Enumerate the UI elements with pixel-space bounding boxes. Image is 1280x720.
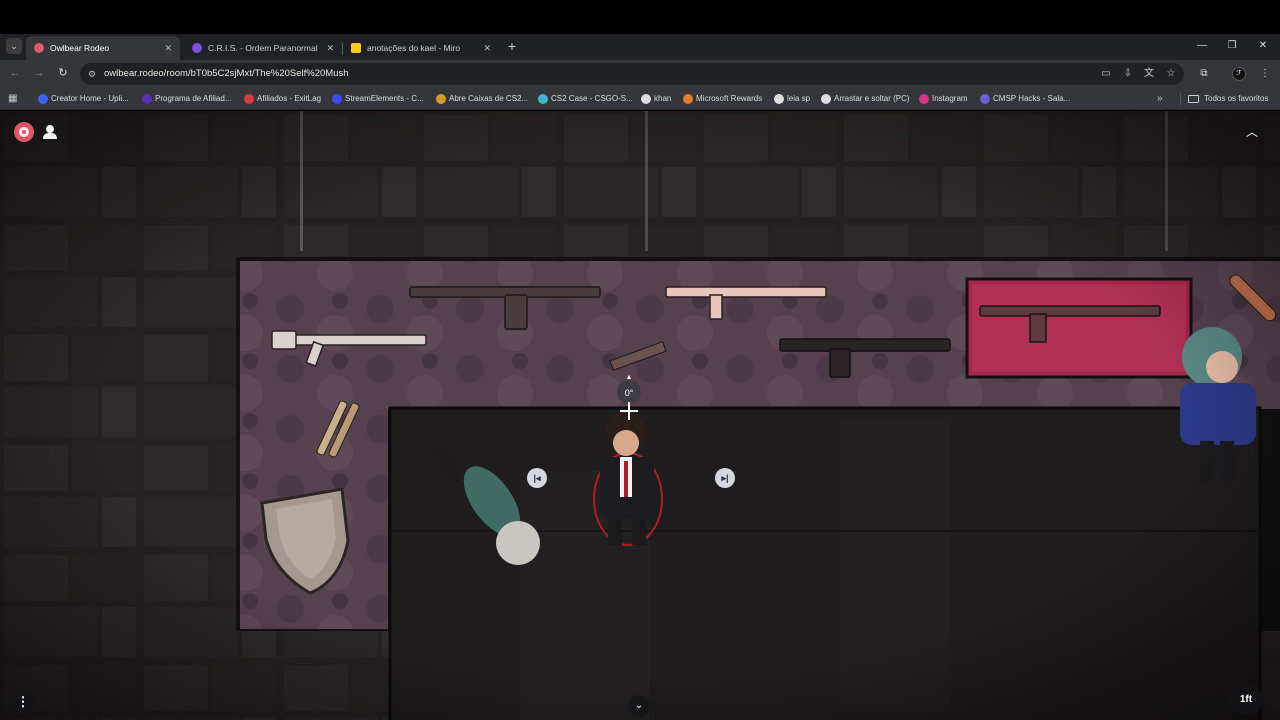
bookmark-favicon-icon: [538, 94, 548, 104]
bookmark-favicon-icon: [332, 94, 342, 104]
bookmark-label: leia sp: [787, 94, 811, 103]
reload-icon[interactable]: ↻: [56, 66, 70, 80]
bookmark-label: Instagram: [932, 94, 968, 103]
tab-close-icon[interactable]: ✕: [326, 36, 334, 60]
tab-miro[interactable]: anotações do kael - Miro ✕: [343, 36, 499, 60]
translate-icon[interactable]: 文: [1143, 68, 1155, 80]
tab-title: Owlbear Rodeo: [50, 43, 110, 53]
bookmark-item[interactable]: Microsoft Rewards: [683, 88, 762, 110]
bookmark-favicon-icon: [244, 94, 254, 104]
browser-tab-strip: ⌄ Owlbear Rodeo ✕ C.R.I.S. - Ordem Paran…: [0, 34, 1280, 60]
rotation-handle[interactable]: 0°: [617, 380, 641, 404]
miro-favicon-icon: [351, 43, 361, 53]
window-close-icon[interactable]: ✕: [1256, 37, 1270, 55]
bookmark-favicon-icon: [774, 94, 784, 104]
bookmark-label: Microsoft Rewards: [696, 94, 763, 103]
bookmark-label: CS2 Case - CSGO-S...: [551, 94, 633, 103]
cris-favicon-icon: [192, 43, 202, 53]
extensions-puzzle-icon[interactable]: ⧉: [1197, 67, 1211, 81]
bookmark-divider: [1180, 93, 1181, 105]
battle-map: [0, 111, 1280, 720]
cast-icon[interactable]: ▭: [1100, 68, 1112, 80]
new-tab-button[interactable]: +: [505, 36, 519, 56]
bookmark-label: khan: [654, 94, 672, 103]
folder-icon: [1188, 95, 1199, 103]
video-letterbox: [0, 0, 1280, 34]
minimize-icon[interactable]: —: [1195, 37, 1209, 55]
bookmark-item[interactable]: Afiliados - ExitLag: [244, 88, 321, 110]
bookmarks-bar: ▦ Creator Home - Upli... Programa de Afil…: [0, 88, 1280, 110]
bookmark-favicon-icon: [436, 94, 446, 104]
bookmark-item[interactable]: CMSP Hacks - Sala...: [980, 88, 1070, 110]
bookmark-item[interactable]: khan: [641, 88, 671, 110]
bookmark-label: StreamElements - C...: [345, 94, 424, 103]
move-crosshair-icon[interactable]: [620, 402, 638, 420]
bookmark-label: Afiliados - ExitLag: [257, 94, 322, 103]
install-app-icon[interactable]: ⇩: [1122, 68, 1134, 80]
user-icon-body: [43, 133, 57, 139]
back-arrow-icon[interactable]: ←: [8, 66, 22, 80]
map-canvas[interactable]: ︿ ▲ 0° |◂ ▸| ⋮ ⌄ 1ft: [0, 111, 1280, 720]
bookmark-favicon-icon: [142, 94, 152, 104]
bookmark-label: Creator Home - Upli...: [51, 94, 129, 103]
tab-cris[interactable]: C.R.I.S. - Ordem Paranormal ✕: [184, 36, 342, 60]
user-icon[interactable]: [42, 123, 58, 141]
tab-title: C.R.I.S. - Ordem Paranormal: [208, 43, 318, 53]
user-icon-head: [46, 125, 54, 133]
align-left-icon[interactable]: |◂: [527, 468, 547, 488]
chevron-down-icon[interactable]: ⌄: [628, 695, 650, 717]
bookmark-item[interactable]: Programa de Afiliad...: [142, 88, 231, 110]
align-right-icon[interactable]: ▸|: [715, 468, 735, 488]
bookmark-item[interactable]: Abre Caixas de CS2...: [436, 88, 528, 110]
grid-scale-button[interactable]: 1ft: [1228, 687, 1264, 713]
bookmark-item[interactable]: Creator Home - Upli...: [38, 88, 129, 110]
map-vignette: [0, 111, 1280, 720]
bookmark-favicon-icon: [641, 94, 651, 104]
bookmark-favicon-icon: [821, 94, 831, 104]
bookmark-star-icon[interactable]: ☆: [1165, 68, 1177, 80]
browser-menu-kebab-icon[interactable]: ⋮: [1258, 67, 1272, 81]
bookmark-favicon-icon: [683, 94, 693, 104]
profile-avatar-icon[interactable]: ℱ: [1232, 67, 1246, 81]
address-bar[interactable]: ⚙ owlbear.rodeo/room/bT0b5C2sjMxt/The%20…: [80, 63, 1184, 85]
tab-owlbear-rodeo[interactable]: Owlbear Rodeo ✕: [26, 36, 180, 60]
more-bookmarks-chevron-icon[interactable]: »: [1157, 88, 1163, 110]
address-url[interactable]: owlbear.rodeo/room/bT0b5C2sjMxt/The%20Se…: [104, 63, 349, 85]
bookmark-label: Arrastar e soltar (PC): [834, 94, 910, 103]
bookmark-label: CMSP Hacks - Sala...: [993, 94, 1071, 103]
bookmark-item[interactable]: leia sp: [774, 88, 810, 110]
forward-arrow-icon[interactable]: →: [32, 66, 46, 80]
bookmark-label: Programa de Afiliad...: [155, 94, 232, 103]
chevron-up-icon[interactable]: ︿: [1241, 121, 1263, 143]
site-info-icon[interactable]: ⚙: [86, 68, 98, 80]
browser-toolbar: ← → ↻ ⚙ owlbear.rodeo/room/bT0b5C2sjMxt/…: [0, 60, 1280, 88]
bookmark-label: Abre Caixas de CS2...: [449, 94, 529, 103]
rotation-label: 0°: [624, 388, 634, 398]
bookmark-item[interactable]: Arrastar e soltar (PC): [821, 88, 910, 110]
apps-grid-icon[interactable]: ▦: [8, 93, 19, 104]
owlbear-favicon-icon: [34, 43, 44, 53]
tab-close-icon[interactable]: ✕: [164, 36, 172, 60]
tab-title: anotações do kael - Miro: [367, 43, 461, 53]
bookmark-favicon-icon: [919, 94, 929, 104]
bookmark-favicon-icon: [38, 94, 48, 104]
owlbear-logo-icon[interactable]: [14, 122, 34, 142]
bookmark-item[interactable]: StreamElements - C...: [332, 88, 424, 110]
tab-search-chevron-icon[interactable]: ⌄: [6, 38, 22, 54]
tab-close-icon[interactable]: ✕: [483, 36, 491, 60]
bookmark-item[interactable]: Instagram: [919, 88, 968, 110]
all-bookmarks-folder[interactable]: Todos os favoritos: [1188, 88, 1268, 110]
bookmark-item[interactable]: CS2 Case - CSGO-S...: [538, 88, 633, 110]
bookmark-favicon-icon: [980, 94, 990, 104]
all-bookmarks-label: Todos os favoritos: [1204, 94, 1269, 103]
restore-icon[interactable]: ❐: [1225, 37, 1239, 55]
more-vertical-icon[interactable]: ⋮: [10, 689, 36, 715]
